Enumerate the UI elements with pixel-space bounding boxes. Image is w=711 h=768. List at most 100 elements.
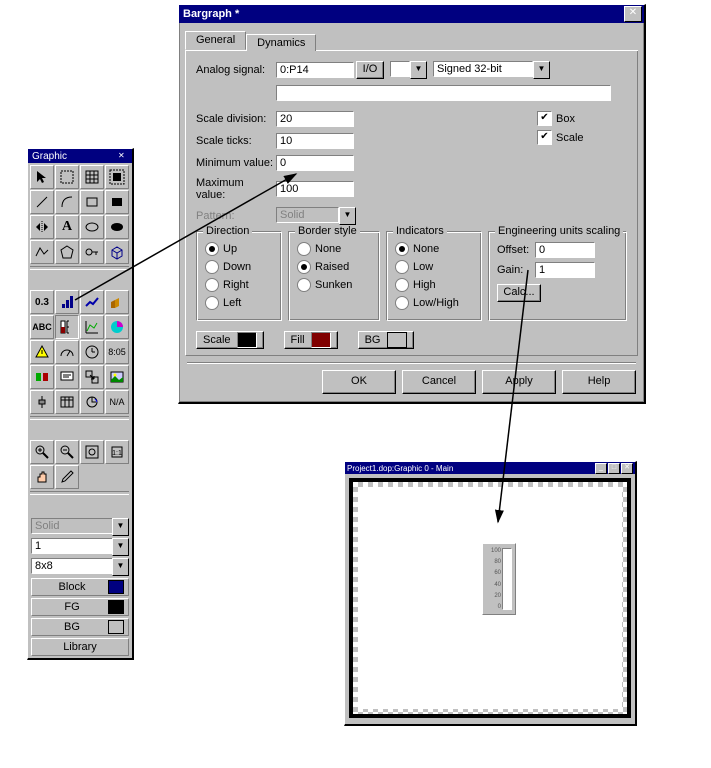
close-icon[interactable]: ✕	[621, 463, 633, 474]
radio-border-none[interactable]: None	[297, 242, 371, 256]
digital-clock-tool-icon[interactable]: 8:05	[105, 340, 129, 364]
line-tool-icon[interactable]	[30, 190, 54, 214]
pie-tool-icon[interactable]	[105, 315, 129, 339]
recipe-tool-icon[interactable]	[80, 390, 104, 414]
group-border: Border style None Raised Sunken	[288, 231, 380, 321]
scale-color-button[interactable]: Scale	[196, 331, 264, 349]
radio-up[interactable]: Up	[205, 242, 273, 256]
bargraph-tool-icon[interactable]	[55, 315, 79, 339]
offset-field[interactable]: 0	[535, 242, 595, 258]
radio-ind-low[interactable]: Low	[395, 260, 473, 274]
datatype-dropdown[interactable]: Signed 32-bit	[433, 61, 533, 77]
gauge-tool-icon[interactable]	[55, 340, 79, 364]
bar-tool-icon[interactable]	[55, 290, 79, 314]
eyedropper-tool-icon[interactable]	[55, 465, 79, 489]
preview-canvas[interactable]: 100 80 60 40 20 0	[358, 487, 622, 709]
linewidth-combo[interactable]: 1 ▼	[31, 538, 129, 556]
radio-right[interactable]: Right	[205, 278, 273, 292]
apply-button[interactable]: Apply	[482, 370, 556, 394]
pointer-tool-icon[interactable]	[30, 165, 54, 189]
slider-tool-icon[interactable]	[30, 390, 54, 414]
trend-tool-icon[interactable]	[80, 290, 104, 314]
minimize-icon[interactable]: _	[595, 463, 607, 474]
chevron-down-icon[interactable]: ▼	[533, 61, 550, 79]
zoom-fit-icon[interactable]	[80, 440, 104, 464]
gridsize-combo[interactable]: 8x8 ▼	[31, 558, 129, 576]
3d-tool-icon[interactable]	[105, 240, 129, 264]
gridsize-combo-value[interactable]: 8x8	[31, 558, 112, 574]
radio-border-sunken[interactable]: Sunken	[297, 278, 371, 292]
analog-signal-field[interactable]: 0:P14	[276, 62, 354, 78]
text-tool-icon[interactable]: A	[55, 215, 79, 239]
unit-dropdown[interactable]	[390, 61, 410, 77]
chevron-down-icon[interactable]: ▼	[112, 558, 129, 576]
chevron-down-icon[interactable]: ▼	[112, 518, 129, 536]
scale-division-field[interactable]: 20	[276, 111, 354, 127]
chart-tool-icon[interactable]	[80, 315, 104, 339]
numeric-tool-icon[interactable]: 0.3	[30, 290, 54, 314]
alarm-tool-icon[interactable]	[30, 340, 54, 364]
hand-tool-icon[interactable]	[30, 465, 54, 489]
tab-dynamics[interactable]: Dynamics	[246, 34, 316, 51]
key-tool-icon[interactable]	[80, 240, 104, 264]
rectangle-tool-icon[interactable]	[80, 190, 104, 214]
grid-tool-icon[interactable]	[80, 165, 104, 189]
ellipse-tool-icon[interactable]	[80, 215, 104, 239]
library-button[interactable]: Library	[31, 638, 129, 656]
polygon-tool-icon[interactable]	[55, 240, 79, 264]
radio-ind-none[interactable]: None	[395, 242, 473, 256]
zoom-actual-icon[interactable]: 1:1	[105, 440, 129, 464]
close-icon[interactable]: ✕	[624, 6, 642, 22]
mirror-tool-icon[interactable]	[30, 215, 54, 239]
description-field[interactable]	[276, 85, 611, 101]
tab-general[interactable]: General	[185, 31, 246, 50]
help-button[interactable]: Help	[562, 370, 636, 394]
fill-color-button[interactable]: Fill	[284, 331, 338, 349]
marquee-tool-icon[interactable]	[55, 165, 79, 189]
select-all-icon[interactable]	[105, 165, 129, 189]
group-indicators: Indicators None Low High Low/High	[386, 231, 482, 321]
cancel-button[interactable]: Cancel	[402, 370, 476, 394]
na-tool-icon[interactable]: N/A	[105, 390, 129, 414]
jump-tool-icon[interactable]	[80, 365, 104, 389]
message-tool-icon[interactable]	[55, 365, 79, 389]
radio-down[interactable]: Down	[205, 260, 273, 274]
image-tool-icon[interactable]	[105, 365, 129, 389]
block-color-button[interactable]: Block	[31, 578, 129, 596]
chevron-down-icon[interactable]: ▼	[410, 61, 427, 79]
bg-color-button[interactable]: BG	[31, 618, 129, 636]
block-color-swatch	[108, 580, 124, 594]
bg-color-button[interactable]: BG	[358, 331, 414, 349]
ok-button[interactable]: OK	[322, 370, 396, 394]
close-icon[interactable]: ✕	[118, 151, 130, 162]
table-tool-icon[interactable]	[55, 390, 79, 414]
scale-ticks-field[interactable]: 10	[276, 133, 354, 149]
polyline-tool-icon[interactable]	[30, 240, 54, 264]
bargraph-object[interactable]: 100 80 60 40 20 0	[482, 543, 516, 615]
minimum-value-field[interactable]: 0	[276, 155, 354, 171]
radio-left[interactable]: Left	[205, 296, 273, 310]
checkbox-box[interactable]: ✔ Box	[537, 111, 627, 126]
fg-color-button[interactable]: FG	[31, 598, 129, 616]
maximum-value-field[interactable]: 100	[276, 181, 354, 197]
zoom-in-icon[interactable]	[30, 440, 54, 464]
ellipse-fill-tool-icon[interactable]	[105, 215, 129, 239]
gain-field[interactable]: 1	[535, 262, 595, 278]
zoom-out-icon[interactable]	[55, 440, 79, 464]
clock-tool-icon[interactable]	[80, 340, 104, 364]
linewidth-combo-value[interactable]: 1	[31, 538, 112, 554]
3d-bar-tool-icon[interactable]	[105, 290, 129, 314]
chevron-down-icon[interactable]: ▼	[112, 538, 129, 556]
maximize-icon[interactable]: □	[608, 463, 620, 474]
pattern-combo[interactable]: Solid ▼	[31, 518, 129, 536]
arc-tool-icon[interactable]	[55, 190, 79, 214]
io-button[interactable]: I/O	[356, 61, 384, 79]
calc-button[interactable]: Calc...	[497, 284, 541, 302]
radio-border-raised[interactable]: Raised	[297, 260, 371, 274]
text-label-tool-icon[interactable]: ABC	[30, 315, 54, 339]
radio-ind-lowhigh[interactable]: Low/High	[395, 296, 473, 310]
checkbox-scale[interactable]: ✔ Scale	[537, 130, 627, 145]
rectangle-fill-tool-icon[interactable]	[105, 190, 129, 214]
multi-state-tool-icon[interactable]	[30, 365, 54, 389]
radio-ind-high[interactable]: High	[395, 278, 473, 292]
